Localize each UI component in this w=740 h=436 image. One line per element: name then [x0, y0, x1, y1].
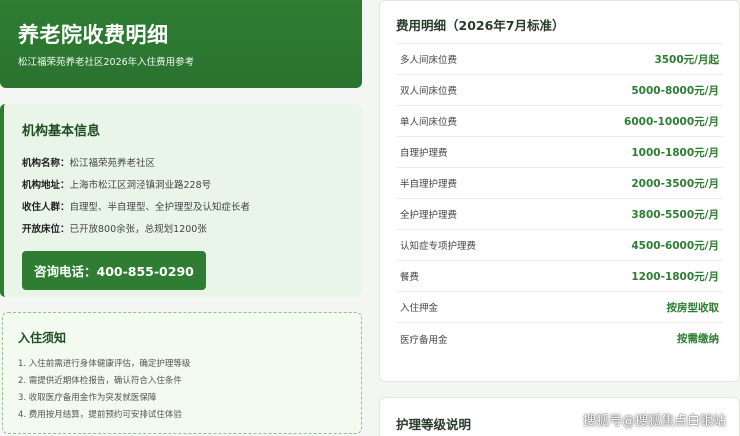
- info-label: 机构地址：: [22, 180, 70, 191]
- fee-row: 医疗备用金 按需缴纳: [396, 323, 723, 354]
- notice-title: 入住须知: [18, 331, 67, 345]
- notice-item: 1. 入住前需进行身体健康评估，确定护理等级: [18, 359, 191, 369]
- fee-price: 5000-8000元/月: [631, 84, 719, 97]
- fee-row: 认知症专项护理费 4500-6000元/月: [396, 230, 723, 261]
- page-subtitle: 松江福荣苑养老社区2026年入住费用参考: [18, 57, 195, 68]
- notice-item: 3. 收取医疗备用金作为突发就医保障: [18, 393, 157, 403]
- info-row-name: 机构名称：松江福荣苑养老社区: [22, 153, 344, 175]
- fee-price: 6000-10000元/月: [624, 115, 719, 128]
- fee-row: 多人间床位费 3500元/月起: [396, 44, 723, 75]
- fee-price: 4500-6000元/月: [631, 239, 719, 252]
- left-column: 养老院收费明细 松江福荣苑养老社区2026年入住费用参考 机构基本信息 机构名称…: [0, 0, 366, 436]
- fee-name: 自理护理费: [400, 148, 448, 159]
- fee-name: 医疗备用金: [400, 334, 448, 346]
- fee-row: 餐费 1200-1800元/月: [396, 261, 723, 292]
- fee-title: 费用明细（2026年7月标准）: [396, 15, 723, 44]
- fee-name: 双人间床位费: [400, 86, 458, 97]
- fee-name: 餐费: [400, 272, 420, 283]
- fee-name: 单人间床位费: [400, 117, 458, 128]
- fee-card: 费用明细（2026年7月标准） 多人间床位费 3500元/月起 双人间床位费 500…: [379, 0, 740, 382]
- fee-row: 双人间床位费 5000-8000元/月: [396, 75, 723, 106]
- right-column: 费用明细（2026年7月标准） 多人间床位费 3500元/月起 双人间床位费 500…: [379, 0, 740, 436]
- fee-price: 3500元/月起: [654, 53, 719, 66]
- info-value: 已开放800余张，总规划1200张: [69, 224, 207, 235]
- fee-price: 3800-5500元/月: [631, 208, 719, 221]
- info-row-address: 机构地址：上海市松江区洞泾镇洞业路228号: [22, 175, 344, 197]
- fee-row: 单人间床位费 6000-10000元/月: [396, 106, 723, 137]
- notice-list: 1. 入住前需进行身体健康评估，确定护理等级 2. 需提供近期体检报告，确认符合…: [18, 356, 346, 424]
- fee-name: 多人间床位费: [400, 55, 458, 66]
- fee-price: 1000-1800元/月: [631, 146, 719, 159]
- info-value: 上海市松江区洞泾镇洞业路228号: [69, 180, 212, 191]
- notice-card: 入住须知 1. 入住前需进行身体健康评估，确定护理等级 2. 需提供近期体检报告…: [2, 312, 362, 434]
- info-card: 机构基本信息 机构名称：松江福荣苑养老社区 机构地址：上海市松江区洞泾镇洞业路2…: [0, 104, 362, 297]
- fee-price: 2000-3500元/月: [631, 177, 719, 190]
- fee-name: 认知症专项护理费: [400, 241, 477, 252]
- info-value: 松江福荣苑养老社区: [69, 158, 156, 169]
- info-label: 开放床位：: [22, 224, 70, 235]
- fee-name: 入住押金: [400, 303, 439, 314]
- notice-item: 2. 需提供近期体检报告，确认符合入住条件: [18, 376, 182, 386]
- fee-row: 自理护理费 1000-1800元/月: [396, 137, 723, 168]
- fee-row: 全护理护理费 3800-5500元/月: [396, 199, 723, 230]
- page-title: 养老院收费明细: [18, 23, 169, 47]
- page-header: 养老院收费明细 松江福荣苑养老社区2026年入住费用参考: [0, 0, 362, 88]
- info-label: 机构名称：: [22, 158, 70, 169]
- fee-price: 1200-1800元/月: [631, 270, 719, 283]
- notice-item: 4. 费用按月结算，提前预约可安排试住体验: [18, 410, 182, 420]
- info-row-residents: 收住人群：自理型、半自理型、全护理型及认知症长者: [22, 197, 344, 219]
- info-title: 机构基本信息: [22, 124, 101, 139]
- fee-row: 入住押金 按房型收取: [396, 292, 723, 323]
- watermark: 搜狐号@搜狐焦点白银站: [582, 414, 726, 429]
- fee-price: 按需缴纳: [677, 333, 719, 345]
- info-label: 收住人群：: [22, 202, 70, 213]
- fee-row: 半自理护理费 2000-3500元/月: [396, 168, 723, 199]
- fee-price: 按房型收取: [666, 301, 720, 314]
- phone-button[interactable]: 咨询电话：400-855-0290: [22, 251, 206, 290]
- info-row-beds: 开放床位：已开放800余张，总规划1200张: [22, 219, 344, 241]
- fee-name: 全护理护理费: [400, 210, 458, 221]
- info-value: 自理型、半自理型、全护理型及认知症长者: [69, 202, 251, 213]
- fee-name: 半自理护理费: [400, 179, 458, 190]
